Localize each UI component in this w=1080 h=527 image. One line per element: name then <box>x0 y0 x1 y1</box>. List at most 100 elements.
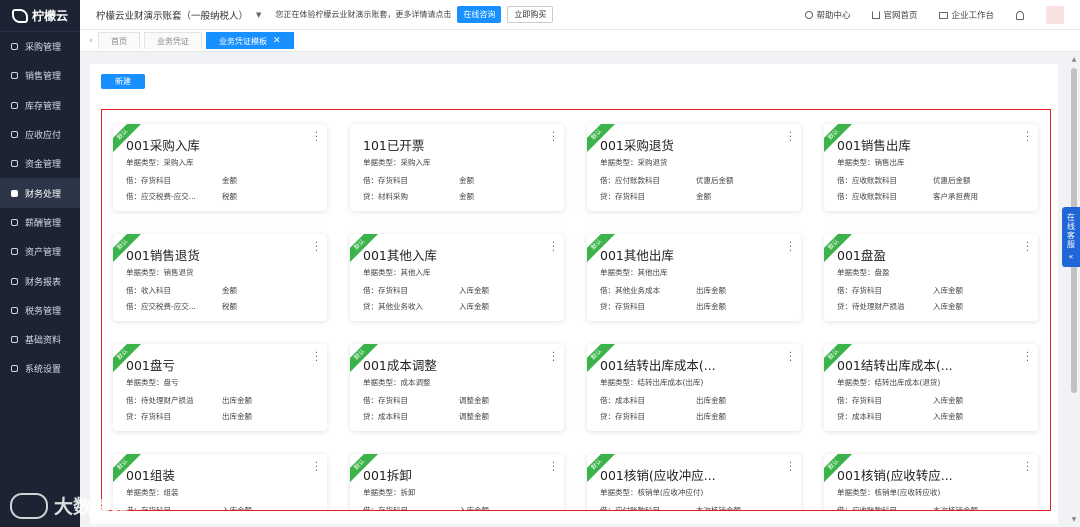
sidebar-item[interactable]: 系统设置 <box>0 354 80 383</box>
voucher-template-card[interactable]: 默认 001核销(应收转应... · · · 单据类型：核销单(应收转应收) 借：应收账款科… <box>824 454 1038 510</box>
card-entry-row: 借：存货科目 入库金额 <box>126 505 327 511</box>
sidebar-item[interactable]: 税务管理 <box>0 296 80 325</box>
card-entry-row: 借：存货科目 入库金额 <box>363 505 564 511</box>
more-menu-icon[interactable]: · · · <box>551 239 555 257</box>
voucher-template-card[interactable]: 默认 001拆卸 · · · 单据类型：拆卸 借：存货科目 入库金额 <box>350 454 564 511</box>
brand-name: 柠檬云 <box>32 9 69 23</box>
more-menu-icon[interactable]: · · · <box>1025 239 1029 257</box>
tab-voucher-template[interactable]: 业务凭证模板 ✕ <box>206 32 294 49</box>
sidebar-item[interactable]: 采购管理 <box>0 32 80 61</box>
entry-amount-field: 入库金额 <box>459 506 489 511</box>
more-menu-icon[interactable]: · · · <box>314 459 318 477</box>
tab-home[interactable]: 首页 <box>98 32 140 49</box>
tab-business-voucher[interactable]: 业务凭证 <box>144 32 202 49</box>
entry-amount-field: 金额 <box>459 176 474 185</box>
card-entry-row: 借：应交税费-应交... 税额 <box>126 301 327 312</box>
sidebar-item[interactable]: 应收应付 <box>0 120 80 149</box>
card-title: 001采购退货 <box>600 138 674 153</box>
asset-icon <box>10 247 19 256</box>
card-entry-row: 贷：成本科目 调整金额 <box>363 411 564 422</box>
entry-account: 贷：存货科目 <box>600 412 645 421</box>
caret-down-icon[interactable]: ▼ <box>256 11 261 19</box>
account-set-selector[interactable]: 柠檬云业财演示账套（一般纳税人） <box>80 8 256 22</box>
sidebar-item-label: 税务管理 <box>25 306 62 317</box>
card-title: 001结转出库成本(... <box>837 358 953 373</box>
entry-account: 贷：存货科目 <box>600 302 645 311</box>
entry-amount-field: 入库金额 <box>933 302 963 311</box>
voucher-template-card[interactable]: 默认 001其他入库 · · · 单据类型：其他入库 借：存货科目 入库金额 贷：其他业务收入入… <box>350 234 564 321</box>
entry-account: 贷：其他业务收入 <box>363 302 423 311</box>
help-icon <box>805 11 814 19</box>
voucher-template-card[interactable]: 默认 001其他出库 · · · 单据类型：其他出库 借：其他业务成本 出库金额 贷：存货科目出… <box>587 234 801 321</box>
bell-icon[interactable] <box>1016 10 1024 20</box>
voucher-template-card[interactable]: 默认 001采购退货 · · · 单据类型：采购退货 借：应付账款科目 优惠后金额 贷：存货科目… <box>587 124 801 211</box>
card-entry-row: 贷：存货科目 出库金额 <box>600 301 801 312</box>
card-entry-row: 借：应收账款科目 本次核销金额 <box>837 505 1038 510</box>
voucher-template-card[interactable]: 默认 001盘盈 · · · 单据类型：盘盈 借：存货科目 入库金额 贷：待处理财产损溢 入库金额 <box>824 234 1038 321</box>
sidebar-item[interactable]: 财务报表 <box>0 266 80 295</box>
sidebar-item[interactable]: 销售管理 <box>0 61 80 90</box>
entry-amount-field: 入库金额 <box>459 302 489 311</box>
more-menu-icon[interactable]: · · · <box>551 129 555 147</box>
more-menu-icon[interactable]: · · · <box>1025 129 1029 147</box>
entry-account: 贷：成本科目 <box>363 412 408 421</box>
entry-amount-field: 入库金额 <box>222 506 252 511</box>
more-menu-icon[interactable]: · · · <box>1025 349 1029 367</box>
sidebar-item[interactable]: 薪酬管理 <box>0 208 80 237</box>
entry-account: 借：其他业务成本 <box>600 286 660 295</box>
more-menu-icon[interactable]: · · · <box>788 459 792 477</box>
more-menu-icon[interactable]: · · · <box>1025 459 1029 477</box>
card-entry-row: 贷：存货科目 出库金额 <box>126 411 327 422</box>
new-template-button[interactable]: 新建 <box>101 74 145 89</box>
card-title: 001核销(应收冲应... <box>600 468 716 483</box>
more-menu-icon[interactable]: · · · <box>314 129 318 147</box>
page-scrollbar[interactable]: ▲ ▼ <box>1070 56 1078 524</box>
avatar[interactable] <box>1046 6 1064 24</box>
brand-logo[interactable]: 柠檬云 <box>0 0 80 32</box>
voucher-template-card[interactable]: 101已开票 · · · 单据类型：采购入库 借：存货科目 金额 贷：材料采购 金额 <box>350 124 564 211</box>
more-menu-icon[interactable]: · · · <box>788 349 792 367</box>
top-header: 柠檬云业财演示账套（一般纳税人） ▼ 您正在体验柠檬云业财演示账套，更多详情请点… <box>80 0 1080 30</box>
voucher-template-card[interactable]: 默认 001组装 · · · 单据类型：组装 借：存货科目 入库金额 <box>113 454 327 511</box>
sidebar-item[interactable]: 资金管理 <box>0 149 80 178</box>
more-menu-icon[interactable]: · · · <box>314 349 318 367</box>
close-icon[interactable]: ✕ <box>273 36 281 46</box>
voucher-template-card[interactable]: 默认 001采购入库 · · · 单据类型：采购入库 借：存货科目 金额 借：应交税费-应交..… <box>113 124 327 211</box>
voucher-template-card[interactable]: 默认 001结转出库成本(... · · · 单据类型：结转出库成本(退货) 借：存货科目入… <box>824 344 1038 431</box>
entry-amount-field: 入库金额 <box>933 286 963 295</box>
online-consult-button[interactable]: 在线咨询 <box>457 6 502 23</box>
more-menu-icon[interactable]: · · · <box>551 349 555 367</box>
sidebar-item[interactable]: 基础资料 <box>0 325 80 354</box>
main-panel: 新建 默认 001采购入库 · · · 单据类型：采购入库 借：存货科目 金额 借：应交税费-应… <box>90 64 1058 524</box>
voucher-template-card[interactable]: 默认 001结转出库成本(... · · · 单据类型：结转出库成本(出库) 借：成本科目出… <box>587 344 801 431</box>
sidebar-item[interactable]: 财务处理 <box>0 178 80 208</box>
card-title: 001销售出库 <box>837 138 911 153</box>
more-menu-icon[interactable]: · · · <box>788 129 792 147</box>
sidebar-item-label: 应收应付 <box>25 131 62 142</box>
more-menu-icon[interactable]: · · · <box>551 459 555 477</box>
salary-icon <box>10 218 19 227</box>
scroll-up-icon[interactable]: ▲ <box>1070 56 1078 64</box>
scroll-down-icon[interactable]: ▼ <box>1070 516 1078 524</box>
help-center-link[interactable]: 帮助中心 <box>805 9 850 21</box>
card-document-type: 单据类型：销售退货 <box>126 268 194 277</box>
entry-amount-field: 入库金额 <box>933 396 963 405</box>
online-service-widget[interactable]: 在线客服 « <box>1062 207 1080 267</box>
card-entry-row: 借：收入科目 金额 <box>126 285 327 296</box>
entry-amount-field: 金额 <box>222 286 237 295</box>
entry-amount-field: 出库金额 <box>696 412 726 421</box>
voucher-template-card[interactable]: 默认 001销售退货 · · · 单据类型：销售退货 借：收入科目 金额 借：应交税费-应交..… <box>113 234 327 321</box>
more-menu-icon[interactable]: · · · <box>788 239 792 257</box>
voucher-template-card[interactable]: 默认 001盘亏 · · · 单据类型：盘亏 借：待处理财产损溢 出库金额 贷：存货科目 出库金额 <box>113 344 327 431</box>
official-site-link[interactable]: 官网首页 <box>872 9 917 21</box>
voucher-template-card[interactable]: 默认 001销售出库 · · · 单据类型：销售出库 借：应收账款科目 优惠后金额 借：应收账款… <box>824 124 1038 211</box>
voucher-template-card[interactable]: 默认 001核销(应收冲应... · · · 单据类型：核销单(应收冲应付) 借：应付账款科… <box>587 454 801 510</box>
buy-now-button[interactable]: 立即购买 <box>507 6 554 23</box>
sidebar-item[interactable]: 资产管理 <box>0 237 80 266</box>
workspace-link[interactable]: 企业工作台 <box>939 9 994 21</box>
lemon-logo-icon <box>12 8 28 23</box>
voucher-template-card[interactable]: 默认 001成本调整 · · · 单据类型：成本调整 借：存货科目 调整金额 贷：成本科目 调整金… <box>350 344 564 431</box>
more-menu-icon[interactable]: · · · <box>314 239 318 257</box>
tabs-scroll-left-icon[interactable]: ‹ <box>84 31 98 51</box>
sidebar-item[interactable]: 库存管理 <box>0 91 80 120</box>
